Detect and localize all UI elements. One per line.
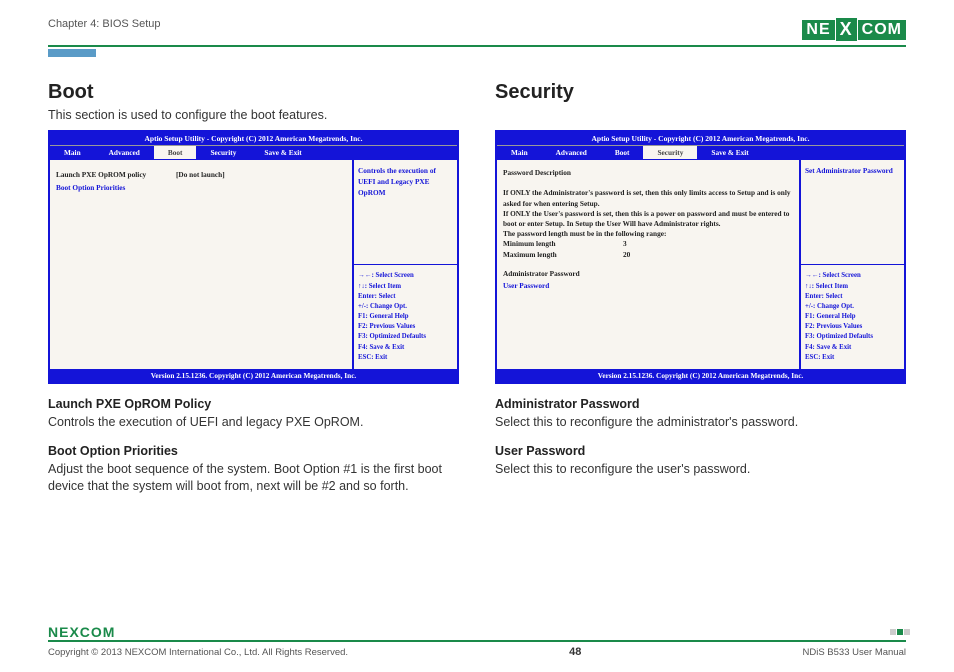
footer-copyright: Copyright © 2013 NEXCOM International Co… bbox=[48, 647, 348, 658]
footer-squares-icon bbox=[890, 629, 910, 635]
key-hint: +/-: Change Opt. bbox=[805, 302, 900, 312]
bios-title: Aptio Setup Utility - Copyright (C) 2012… bbox=[497, 132, 904, 145]
tab-advanced[interactable]: Advanced bbox=[95, 146, 154, 159]
desc-bp-body: Adjust the boot sequence of the system. … bbox=[48, 461, 459, 495]
tab-save-exit[interactable]: Save & Exit bbox=[697, 146, 762, 159]
key-hint: ↑↓: Select Item bbox=[805, 282, 900, 292]
key-hint: F3: Optimized Defaults bbox=[805, 332, 900, 342]
option-pxe[interactable]: Launch PXE OpROM policy [Do not launch] bbox=[56, 168, 346, 181]
desc-admin-title: Administrator Password bbox=[495, 396, 906, 413]
tab-advanced[interactable]: Advanced bbox=[542, 146, 601, 159]
desc-admin-pw: Administrator Password Select this to re… bbox=[495, 396, 906, 431]
key-hint: →←: Select Screen bbox=[358, 271, 453, 281]
tab-security[interactable]: Security bbox=[643, 146, 697, 159]
max-length-label: Maximum length bbox=[503, 250, 623, 260]
item-admin-password[interactable]: Administrator Password bbox=[503, 268, 793, 280]
key-hint: ESC: Exit bbox=[805, 353, 900, 363]
key-hint: F2: Previous Values bbox=[358, 322, 453, 332]
bios-help: Set Administrator Password →←: Select Sc… bbox=[799, 160, 904, 369]
bios-help: Controls the execution of UEFI and Legac… bbox=[352, 160, 457, 369]
key-hint: Enter: Select bbox=[805, 292, 900, 302]
bios-options: Password Description If ONLY the Adminis… bbox=[497, 160, 799, 369]
boot-intro: This section is used to configure the bo… bbox=[48, 108, 459, 122]
min-length-label: Minimum length bbox=[503, 239, 623, 249]
page-number: 48 bbox=[569, 646, 581, 658]
boot-column: Boot This section is used to configure t… bbox=[48, 81, 459, 506]
tab-save-exit[interactable]: Save & Exit bbox=[250, 146, 315, 159]
desc-bp-title: Boot Option Priorities bbox=[48, 443, 459, 460]
logo-part2: COM bbox=[858, 20, 906, 40]
footer-doc-title: NDiS B533 User Manual bbox=[803, 647, 907, 658]
bios-help-text: Controls the execution of UEFI and Legac… bbox=[358, 166, 453, 199]
key-hint: F4: Save & Exit bbox=[358, 343, 453, 353]
tab-boot[interactable]: Boot bbox=[601, 146, 644, 159]
tab-boot[interactable]: Boot bbox=[154, 146, 197, 159]
desc-user-body: Select this to reconfigure the user's pa… bbox=[495, 461, 906, 478]
logo-part1: NE bbox=[802, 20, 834, 40]
min-length-value: 3 bbox=[623, 239, 627, 248]
option-pxe-value: [Do not launch] bbox=[176, 168, 225, 181]
boot-heading: Boot bbox=[48, 81, 459, 104]
key-hint: F4: Save & Exit bbox=[805, 343, 900, 353]
tab-main[interactable]: Main bbox=[497, 146, 542, 159]
chapter-label: Chapter 4: BIOS Setup bbox=[48, 18, 161, 30]
key-hint: →←: Select Screen bbox=[805, 271, 900, 281]
pw-body3: The password length must be in the follo… bbox=[503, 229, 793, 239]
desc-user-title: User Password bbox=[495, 443, 906, 460]
desc-boot-priorities: Boot Option Priorities Adjust the boot s… bbox=[48, 443, 459, 495]
item-user-password[interactable]: User Password bbox=[503, 280, 793, 292]
option-boot-priorities[interactable]: Boot Option Priorities bbox=[56, 181, 346, 194]
key-hint: F3: Optimized Defaults bbox=[358, 332, 453, 342]
desc-pxe-title: Launch PXE OpROM Policy bbox=[48, 396, 459, 413]
key-hint: F1: General Help bbox=[358, 312, 453, 322]
boot-bios-panel: Aptio Setup Utility - Copyright (C) 2012… bbox=[48, 130, 459, 384]
bios-tabs: Main Advanced Boot Security Save & Exit bbox=[497, 145, 904, 159]
key-hint: ↑↓: Select Item bbox=[358, 282, 453, 292]
logo: NE X COM bbox=[802, 18, 906, 41]
key-hint: ESC: Exit bbox=[358, 353, 453, 363]
bios-tabs: Main Advanced Boot Security Save & Exit bbox=[50, 145, 457, 159]
desc-pxe: Launch PXE OpROM Policy Controls the exe… bbox=[48, 396, 459, 431]
footer-logo: NEXCOM bbox=[48, 624, 906, 640]
security-intro-spacer bbox=[495, 108, 906, 122]
pw-heading: Password Description bbox=[503, 168, 793, 178]
max-length-value: 20 bbox=[623, 250, 630, 259]
option-pxe-label: Launch PXE OpROM policy bbox=[56, 168, 176, 181]
desc-user-pw: User Password Select this to reconfigure… bbox=[495, 443, 906, 478]
bios-footer: Version 2.15.1236. Copyright (C) 2012 Am… bbox=[50, 369, 457, 382]
bios-footer: Version 2.15.1236. Copyright (C) 2012 Am… bbox=[497, 369, 904, 382]
pw-body2: If ONLY the User's password is set, then… bbox=[503, 209, 793, 229]
bios-options: Launch PXE OpROM policy [Do not launch] … bbox=[50, 160, 352, 369]
bios-help-text: Set Administrator Password bbox=[805, 166, 900, 177]
security-heading: Security bbox=[495, 81, 906, 104]
key-hint: F2: Previous Values bbox=[805, 322, 900, 332]
tab-security[interactable]: Security bbox=[196, 146, 250, 159]
key-hint: Enter: Select bbox=[358, 292, 453, 302]
desc-pxe-body: Controls the execution of UEFI and legac… bbox=[48, 414, 459, 431]
logo-x: X bbox=[836, 18, 857, 41]
desc-admin-body: Select this to reconfigure the administr… bbox=[495, 414, 906, 431]
key-hint: F1: General Help bbox=[805, 312, 900, 322]
header-tab-accent bbox=[48, 49, 96, 57]
header-rule bbox=[48, 45, 906, 47]
key-hint: +/-: Change Opt. bbox=[358, 302, 453, 312]
security-column: Security Aptio Setup Utility - Copyright… bbox=[495, 81, 906, 506]
tab-main[interactable]: Main bbox=[50, 146, 95, 159]
pw-body1: If ONLY the Administrator's password is … bbox=[503, 188, 793, 208]
security-bios-panel: Aptio Setup Utility - Copyright (C) 2012… bbox=[495, 130, 906, 384]
bios-title: Aptio Setup Utility - Copyright (C) 2012… bbox=[50, 132, 457, 145]
